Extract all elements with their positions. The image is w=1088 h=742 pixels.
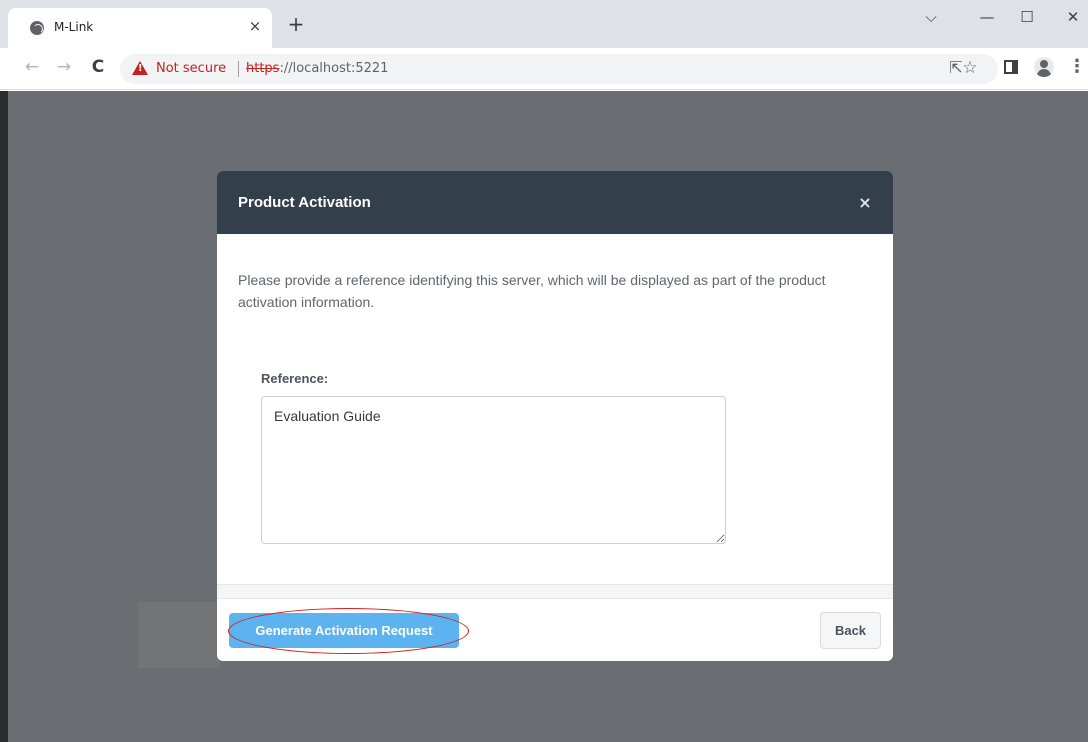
close-icon[interactable]: × <box>853 191 877 215</box>
maximize-button[interactable]: ☐ <box>1012 8 1042 26</box>
globe-icon <box>30 21 44 35</box>
close-window-button[interactable]: ✕ <box>1058 8 1088 26</box>
reference-input[interactable]: Evaluation Guide <box>261 396 726 544</box>
warning-icon <box>132 61 148 75</box>
product-activation-dialog: Product Activation × Please provide a re… <box>217 171 893 661</box>
minimize-button[interactable]: — <box>972 8 1002 26</box>
browser-tab[interactable]: M-Link × <box>8 8 272 48</box>
browser-toolbar: ← → C Not secure https://localhost:5221 … <box>0 48 1088 90</box>
address-bar[interactable]: Not secure https://localhost:5221 <box>120 54 998 84</box>
page-edge <box>0 91 8 742</box>
browser-tab-strip: M-Link × + ⌵ — ☐ ✕ <box>0 0 1088 48</box>
divider <box>238 61 239 77</box>
back-icon[interactable]: ← <box>22 57 42 77</box>
url-text[interactable]: https://localhost:5221 <box>246 61 388 76</box>
dialog-title: Product Activation <box>238 194 371 211</box>
dialog-description: Please provide a reference identifying t… <box>238 272 826 310</box>
generate-activation-request-button[interactable]: Generate Activation Request <box>229 613 459 648</box>
reload-icon[interactable]: C <box>88 57 108 77</box>
forward-icon[interactable]: → <box>54 57 74 77</box>
profile-icon[interactable] <box>1034 57 1054 77</box>
tab-search-icon[interactable]: ⌵ <box>916 8 946 26</box>
background-panel <box>138 602 220 668</box>
more-icon[interactable]: ⋮ <box>1068 56 1086 77</box>
security-status[interactable]: Not secure <box>156 61 226 76</box>
star-icon[interactable]: ☆ <box>960 59 980 77</box>
tab-title: M-Link <box>54 20 94 34</box>
new-tab-button[interactable]: + <box>286 14 306 34</box>
dialog-header: Product Activation × <box>217 171 893 234</box>
url-scheme: https <box>246 61 280 76</box>
url-host: ://localhost:5221 <box>279 61 389 76</box>
reference-label: Reference: <box>261 371 329 386</box>
footer-divider <box>217 584 893 599</box>
back-button[interactable]: Back <box>820 612 881 649</box>
tab-close-icon[interactable]: × <box>246 17 264 35</box>
side-panel-icon[interactable] <box>1004 60 1018 74</box>
